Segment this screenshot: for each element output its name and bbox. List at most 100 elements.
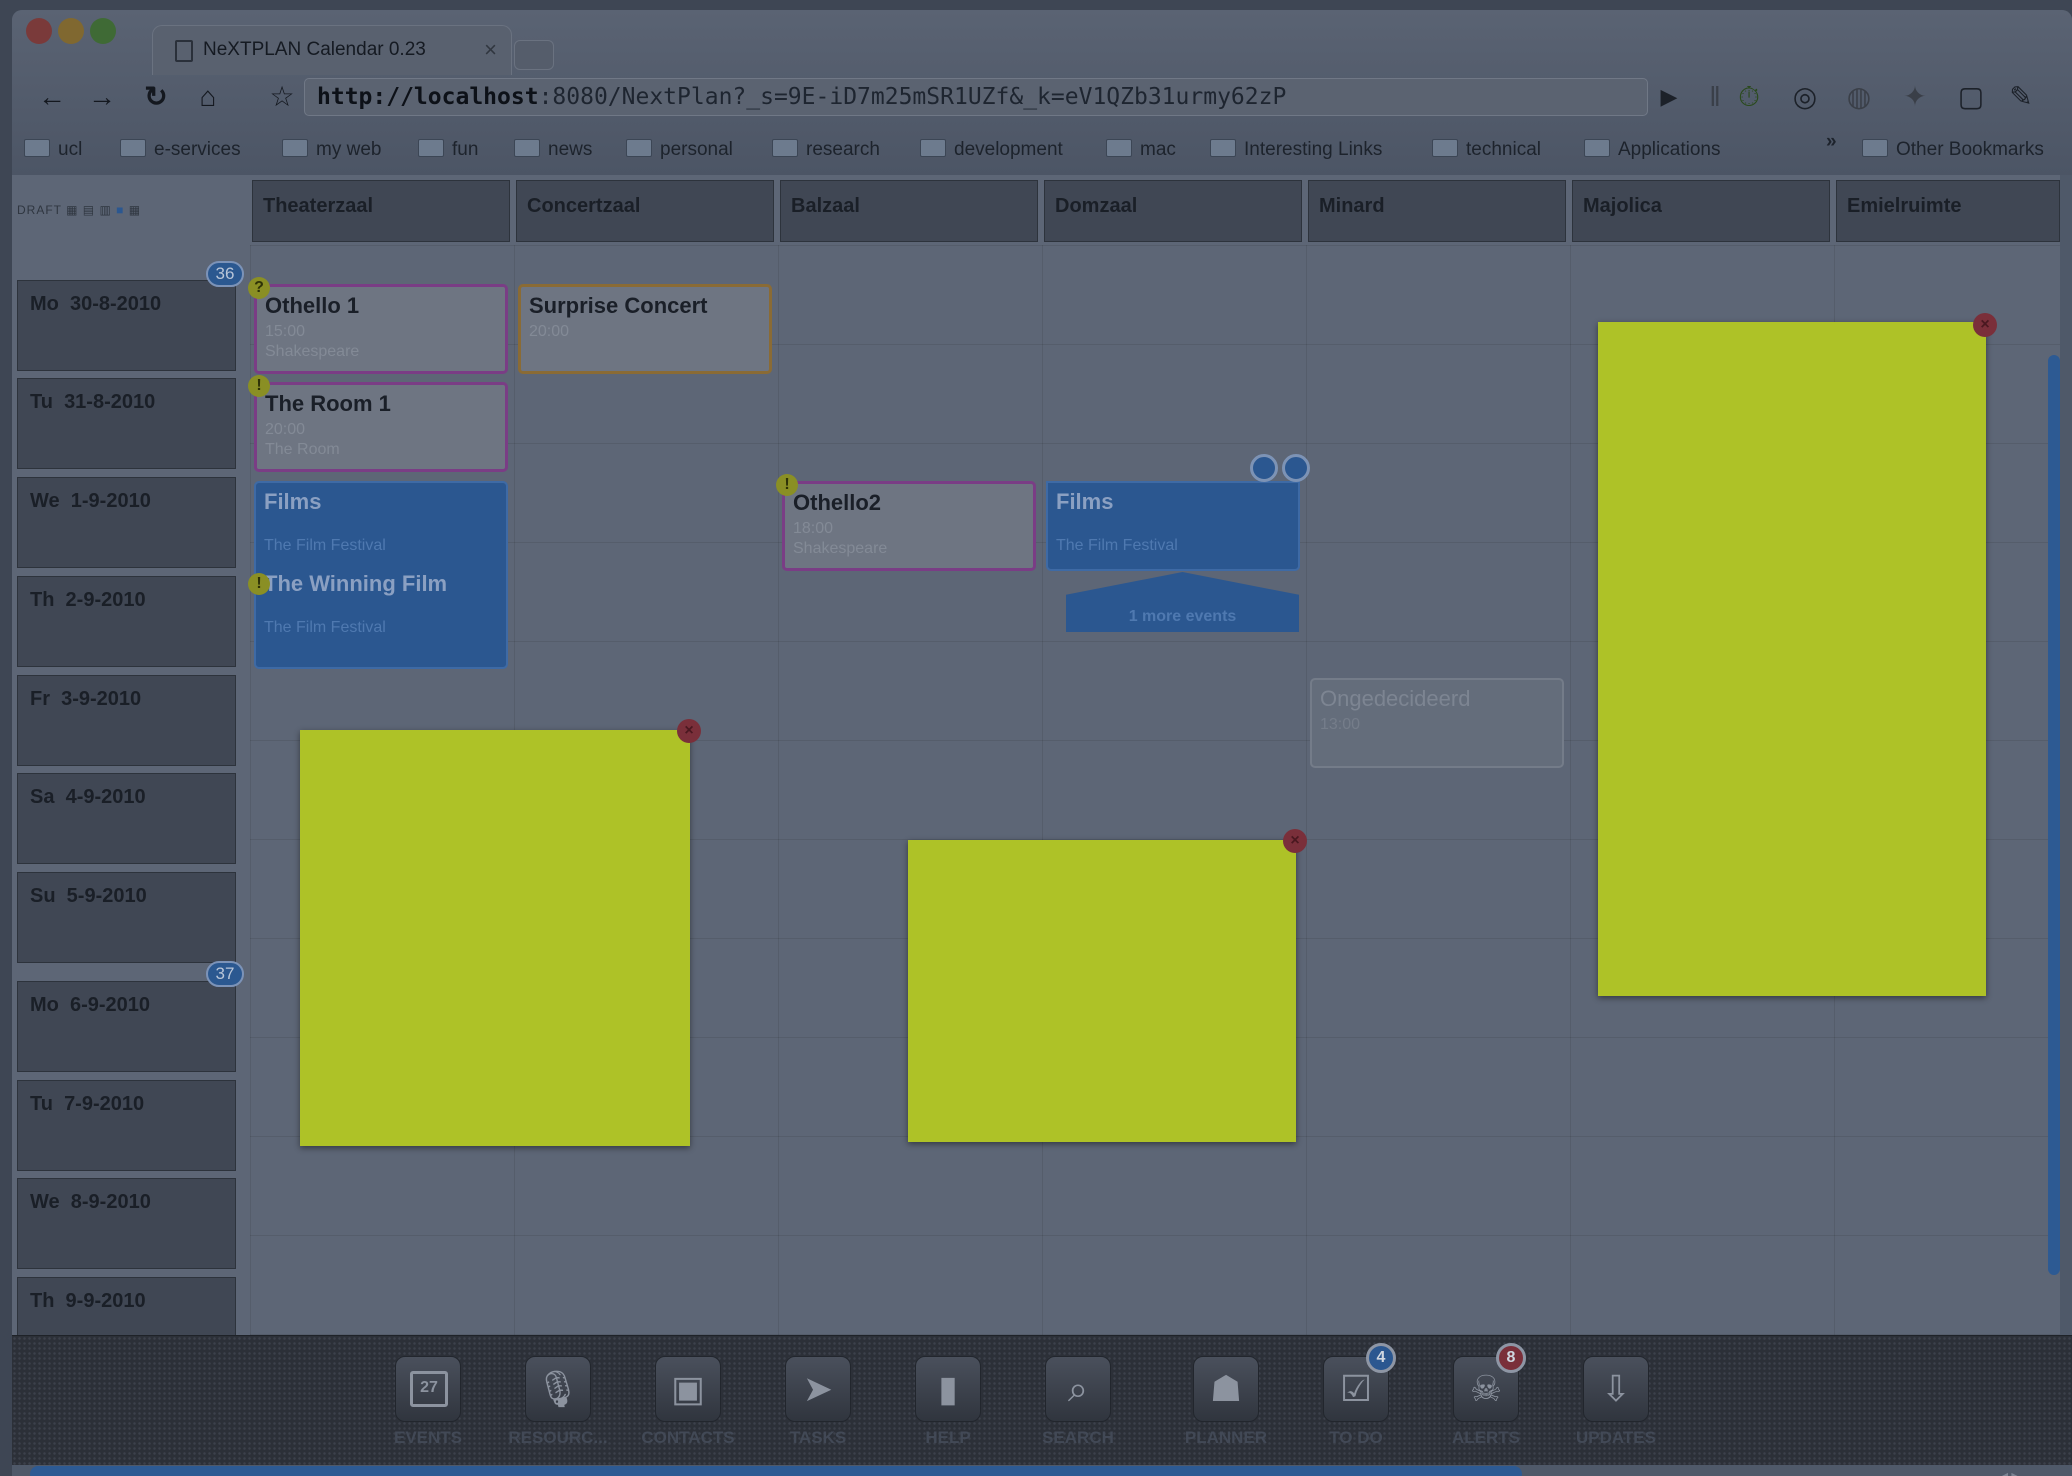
event-othello-2[interactable]: Othello2 18:00 Shakespeare (782, 481, 1036, 571)
day-header[interactable]: Tu 31-8-2010 (17, 378, 236, 469)
warning-flag-icon[interactable]: ! (248, 375, 270, 397)
bookmark-label: research (806, 139, 880, 160)
day-header[interactable]: Sa 4-9-2010 (17, 773, 236, 864)
warning-flag-icon[interactable]: ! (776, 474, 798, 496)
other-bookmarks[interactable]: Other Bookmarks (1862, 136, 2044, 164)
sticky-note[interactable] (1598, 322, 1986, 996)
event-subtitle: The Room (265, 441, 340, 458)
event-surprise-concert[interactable]: Surprise Concert 20:00 (518, 284, 772, 374)
bookmark-ucl[interactable]: ucl (24, 136, 82, 164)
folder-icon (120, 139, 146, 157)
bookmark-personal[interactable]: personal (626, 136, 733, 164)
event-ongedecideerd[interactable]: Ongedecideerd 13:00 (1310, 678, 1564, 768)
zoom-window-button[interactable] (90, 18, 116, 44)
room-header[interactable]: Minard (1308, 180, 1566, 242)
bookmark-label: personal (660, 139, 733, 160)
minimize-window-button[interactable] (58, 18, 84, 44)
dock-search-button[interactable]: ⌕ SEARCH (1018, 1356, 1138, 1448)
puzzle-extension-icon[interactable]: ✦ (1898, 80, 1932, 114)
event-title-the-winning-film[interactable]: The Winning Film (264, 571, 498, 597)
dock-events-button[interactable]: 27 EVENTS (368, 1356, 488, 1448)
timer-extension-icon[interactable]: ⏱ (1732, 80, 1766, 114)
horizontal-scrollbar[interactable] (30, 1466, 1522, 1476)
note-close-button[interactable]: × (1973, 313, 1997, 337)
browser-tab[interactable]: NeXTPLAN Calendar 0.23 × (152, 25, 512, 75)
home-icon[interactable]: ⌂ (188, 73, 228, 121)
bookmark-mac[interactable]: mac (1106, 136, 1176, 164)
folder-icon (514, 139, 540, 157)
event-title: Othello2 (793, 490, 882, 515)
dock-planner-button[interactable]: ☗ PLANNER (1166, 1356, 1286, 1448)
event-time: 15:00 (265, 323, 306, 340)
event-othello-1[interactable]: Othello 1 15:00 Shakespeare (254, 284, 508, 374)
day-header[interactable]: Mo 30-8-2010 (17, 280, 236, 371)
folder-icon (282, 139, 308, 157)
event-the-room-1[interactable]: The Room 1 20:00 The Room (254, 382, 508, 472)
star-icon[interactable]: ☆ (262, 73, 302, 121)
dock-tasks-button[interactable]: ➤ TASKS (758, 1356, 878, 1448)
dock-contacts-button[interactable]: ▣ CONTACTS (628, 1356, 748, 1448)
day-header[interactable]: Fr 3-9-2010 (17, 675, 236, 766)
close-window-button[interactable] (26, 18, 52, 44)
zoom-in-icon[interactable] (1250, 454, 1278, 482)
room-header[interactable]: Domzaal (1044, 180, 1302, 242)
contact-card-icon: ▣ (655, 1356, 721, 1422)
day-header[interactable]: We 1-9-2010 (17, 477, 236, 568)
bookmark-research[interactable]: research (772, 136, 880, 164)
bookmark-technical[interactable]: technical (1432, 136, 1541, 164)
event-films[interactable]: Films The Film Festival (1046, 481, 1300, 571)
play-icon[interactable]: ▶ (1652, 80, 1686, 114)
room-header[interactable]: Majolica (1572, 180, 1830, 242)
day-header[interactable]: Su 5-9-2010 (17, 872, 236, 963)
dock-help-button[interactable]: ▮ HELP (888, 1356, 1008, 1448)
event-subtitle: The Film Festival (264, 619, 386, 636)
address-bar[interactable]: http://localhost:8080/NextPlan?_s=9E-iD7… (304, 78, 1648, 116)
room-header[interactable]: Theaterzaal (252, 180, 510, 242)
event-title: The Room 1 (265, 391, 391, 416)
dock-todo-button[interactable]: ☑ 4 TO DO (1296, 1343, 1416, 1448)
draft-label: DRAFT (17, 203, 62, 217)
dock-alerts-button[interactable]: ☠ 8 ALERTS (1426, 1343, 1546, 1448)
back-arrow-icon[interactable]: ← (32, 73, 72, 121)
dock-updates-button[interactable]: ⇩ UPDATES (1556, 1356, 1676, 1448)
zoom-out-icon[interactable] (1282, 454, 1310, 482)
sticky-note[interactable] (300, 730, 690, 1146)
bookmark-development[interactable]: development (920, 136, 1063, 164)
event-films-group[interactable]: Films The Film Festival The Winning Film… (254, 481, 508, 669)
view-mode-switcher[interactable]: DRAFT ▦ ▤ ▥ ■ ▦ (17, 203, 141, 217)
new-tab-button[interactable] (514, 40, 554, 70)
bookmark-news[interactable]: news (514, 136, 592, 164)
room-header[interactable]: Balzaal (780, 180, 1038, 242)
reload-icon[interactable]: ↻ (136, 73, 176, 121)
day-header[interactable]: Th 9-9-2010 (17, 1277, 236, 1335)
day-header[interactable]: Tu 7-9-2010 (17, 1080, 236, 1171)
bookmark-label: Other Bookmarks (1896, 139, 2044, 160)
wrench-menu-icon[interactable]: ✎ (2004, 80, 2038, 114)
bookmark-fun[interactable]: fun (418, 136, 478, 164)
bookmarks-overflow-button[interactable]: » (1826, 128, 1837, 156)
question-flag-icon[interactable]: ? (248, 277, 270, 299)
event-title: Surprise Concert (529, 293, 708, 318)
bookmark-applications[interactable]: Applications (1584, 136, 1720, 164)
day-header[interactable]: We 8-9-2010 (17, 1178, 236, 1269)
bookmark-e-services[interactable]: e-services (120, 136, 241, 164)
note-close-button[interactable]: × (677, 719, 701, 743)
day-header[interactable]: Mo 6-9-2010 (17, 981, 236, 1072)
tab-close-button[interactable]: × (484, 26, 497, 74)
room-header[interactable]: Emielruimte (1836, 180, 2060, 242)
sticky-note[interactable] (908, 840, 1296, 1142)
globe-extension-icon[interactable]: ◍ (1842, 80, 1876, 114)
day-header[interactable]: Th 2-9-2010 (17, 576, 236, 667)
target-extension-icon[interactable]: ◎ (1788, 80, 1822, 114)
forward-arrow-icon[interactable]: → (82, 73, 122, 121)
dock-label: RESOURC... (508, 1428, 608, 1447)
vertical-scrollbar[interactable] (2048, 355, 2060, 1275)
note-close-button[interactable]: × (1283, 829, 1307, 853)
page-menu-icon[interactable]: ▢ (1954, 80, 1988, 114)
warning-flag-icon[interactable]: ! (248, 573, 270, 595)
bookmark-my-web[interactable]: my web (282, 136, 381, 164)
room-header[interactable]: Concertzaal (516, 180, 774, 242)
bookmark-interesting-links[interactable]: Interesting Links (1210, 136, 1382, 164)
scroll-arrows-icon[interactable]: ◂ ▸ (2002, 1468, 2017, 1476)
dock-resources-button[interactable]: 🎙 RESOURC... (498, 1356, 618, 1448)
